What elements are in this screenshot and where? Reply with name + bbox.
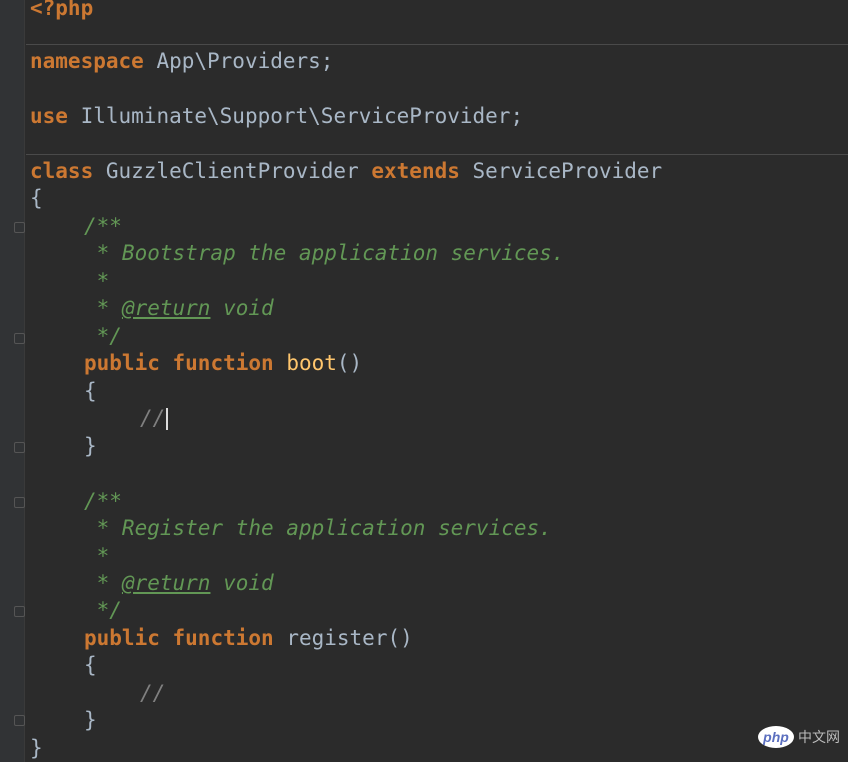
- class-keyword: class: [30, 159, 94, 183]
- doc-star: *: [84, 571, 122, 595]
- code-line-method-brace-open: {: [84, 377, 97, 405]
- code-line-namespace: namespace App\Providers;: [30, 47, 333, 75]
- code-line-method-signature: public function boot(): [84, 349, 362, 377]
- doc-close: */: [84, 324, 122, 348]
- public-keyword: public: [84, 351, 160, 375]
- parent-class: ServiceProvider: [459, 159, 663, 183]
- code-editor[interactable]: <?php namespace App\Providers; use Illum…: [0, 0, 848, 762]
- function-keyword: function: [172, 626, 274, 650]
- doc-blank: *: [84, 544, 110, 568]
- doc-blank: *: [84, 269, 110, 293]
- fold-marker-icon[interactable]: [14, 222, 25, 233]
- method-params: (): [387, 626, 413, 650]
- method-params: (): [336, 351, 363, 375]
- namespace-value: App\Providers;: [143, 49, 334, 73]
- code-line-class: class GuzzleClientProvider extends Servi…: [30, 157, 662, 185]
- code-line-doc-blank: *: [84, 542, 110, 570]
- text-cursor: [166, 408, 169, 430]
- code-line-method-signature: public function register(): [84, 624, 413, 652]
- php-logo-icon: php: [758, 726, 794, 748]
- doc-return-tag: @return: [121, 296, 211, 320]
- code-line-doc-blank: *: [84, 267, 110, 295]
- code-line-doc-open: /**: [84, 487, 122, 515]
- doc-return-type: void: [210, 296, 274, 320]
- doc-close: */: [84, 598, 122, 622]
- doc-return-tag: @return: [121, 571, 211, 595]
- code-line-doc-summary: * Register the application services.: [84, 514, 552, 542]
- watermark-text: 中文网: [798, 729, 840, 745]
- section-separator: [26, 154, 848, 155]
- line-comment: //: [140, 681, 166, 705]
- doc-summary: * Register the application services.: [84, 516, 552, 540]
- fold-marker-icon[interactable]: [14, 442, 25, 453]
- doc-open: /**: [84, 489, 122, 513]
- extends-keyword: extends: [371, 159, 460, 183]
- php-open-tag: <?php: [30, 0, 94, 20]
- class-brace-open: {: [30, 186, 43, 210]
- code-line-doc-close: */: [84, 596, 122, 624]
- class-brace-close: }: [30, 736, 43, 760]
- namespace-keyword: namespace: [30, 49, 144, 73]
- code-line-method-brace-close: }: [84, 432, 97, 460]
- code-line-doc-return: * @return void: [84, 569, 274, 597]
- class-name: GuzzleClientProvider: [93, 159, 372, 183]
- public-keyword: public: [84, 626, 160, 650]
- fold-marker-icon[interactable]: [14, 606, 25, 617]
- fold-marker-icon[interactable]: [14, 333, 25, 344]
- editor-gutter: [0, 0, 25, 762]
- doc-open: /**: [84, 214, 122, 238]
- code-line-doc-close: */: [84, 322, 122, 350]
- method-brace-open: {: [84, 379, 97, 403]
- code-line-doc-open: /**: [84, 212, 122, 240]
- fold-marker-icon[interactable]: [14, 497, 25, 508]
- method-brace-close: }: [84, 708, 97, 732]
- code-line-method-body[interactable]: //: [140, 404, 169, 432]
- use-keyword: use: [30, 104, 68, 128]
- code-line-doc-return: * @return void: [84, 294, 274, 322]
- function-keyword: function: [172, 351, 274, 375]
- line-comment: //: [140, 406, 166, 430]
- code-line-class-brace-close: }: [30, 734, 43, 762]
- doc-star: *: [84, 296, 122, 320]
- use-value: Illuminate\Support\ServiceProvider;: [67, 104, 524, 128]
- method-brace-open: {: [84, 653, 97, 677]
- code-line-class-brace-open: {: [30, 184, 43, 212]
- code-line-doc-summary: * Bootstrap the application services.: [84, 239, 565, 267]
- method-name: boot: [286, 351, 337, 375]
- code-line-method-brace-close: }: [84, 706, 97, 734]
- section-separator: [26, 44, 848, 45]
- code-line-method-brace-open: {: [84, 651, 97, 679]
- code-line-method-body: //: [140, 679, 165, 707]
- method-brace-close: }: [84, 434, 97, 458]
- code-line-use: use Illuminate\Support\ServiceProvider;: [30, 102, 523, 130]
- doc-return-type: void: [210, 571, 274, 595]
- doc-summary: * Bootstrap the application services.: [84, 241, 565, 265]
- fold-marker-icon[interactable]: [14, 715, 25, 726]
- method-name: register: [286, 626, 388, 650]
- watermark: php 中文网: [758, 726, 840, 748]
- code-line-php-open: <?php: [30, 0, 93, 22]
